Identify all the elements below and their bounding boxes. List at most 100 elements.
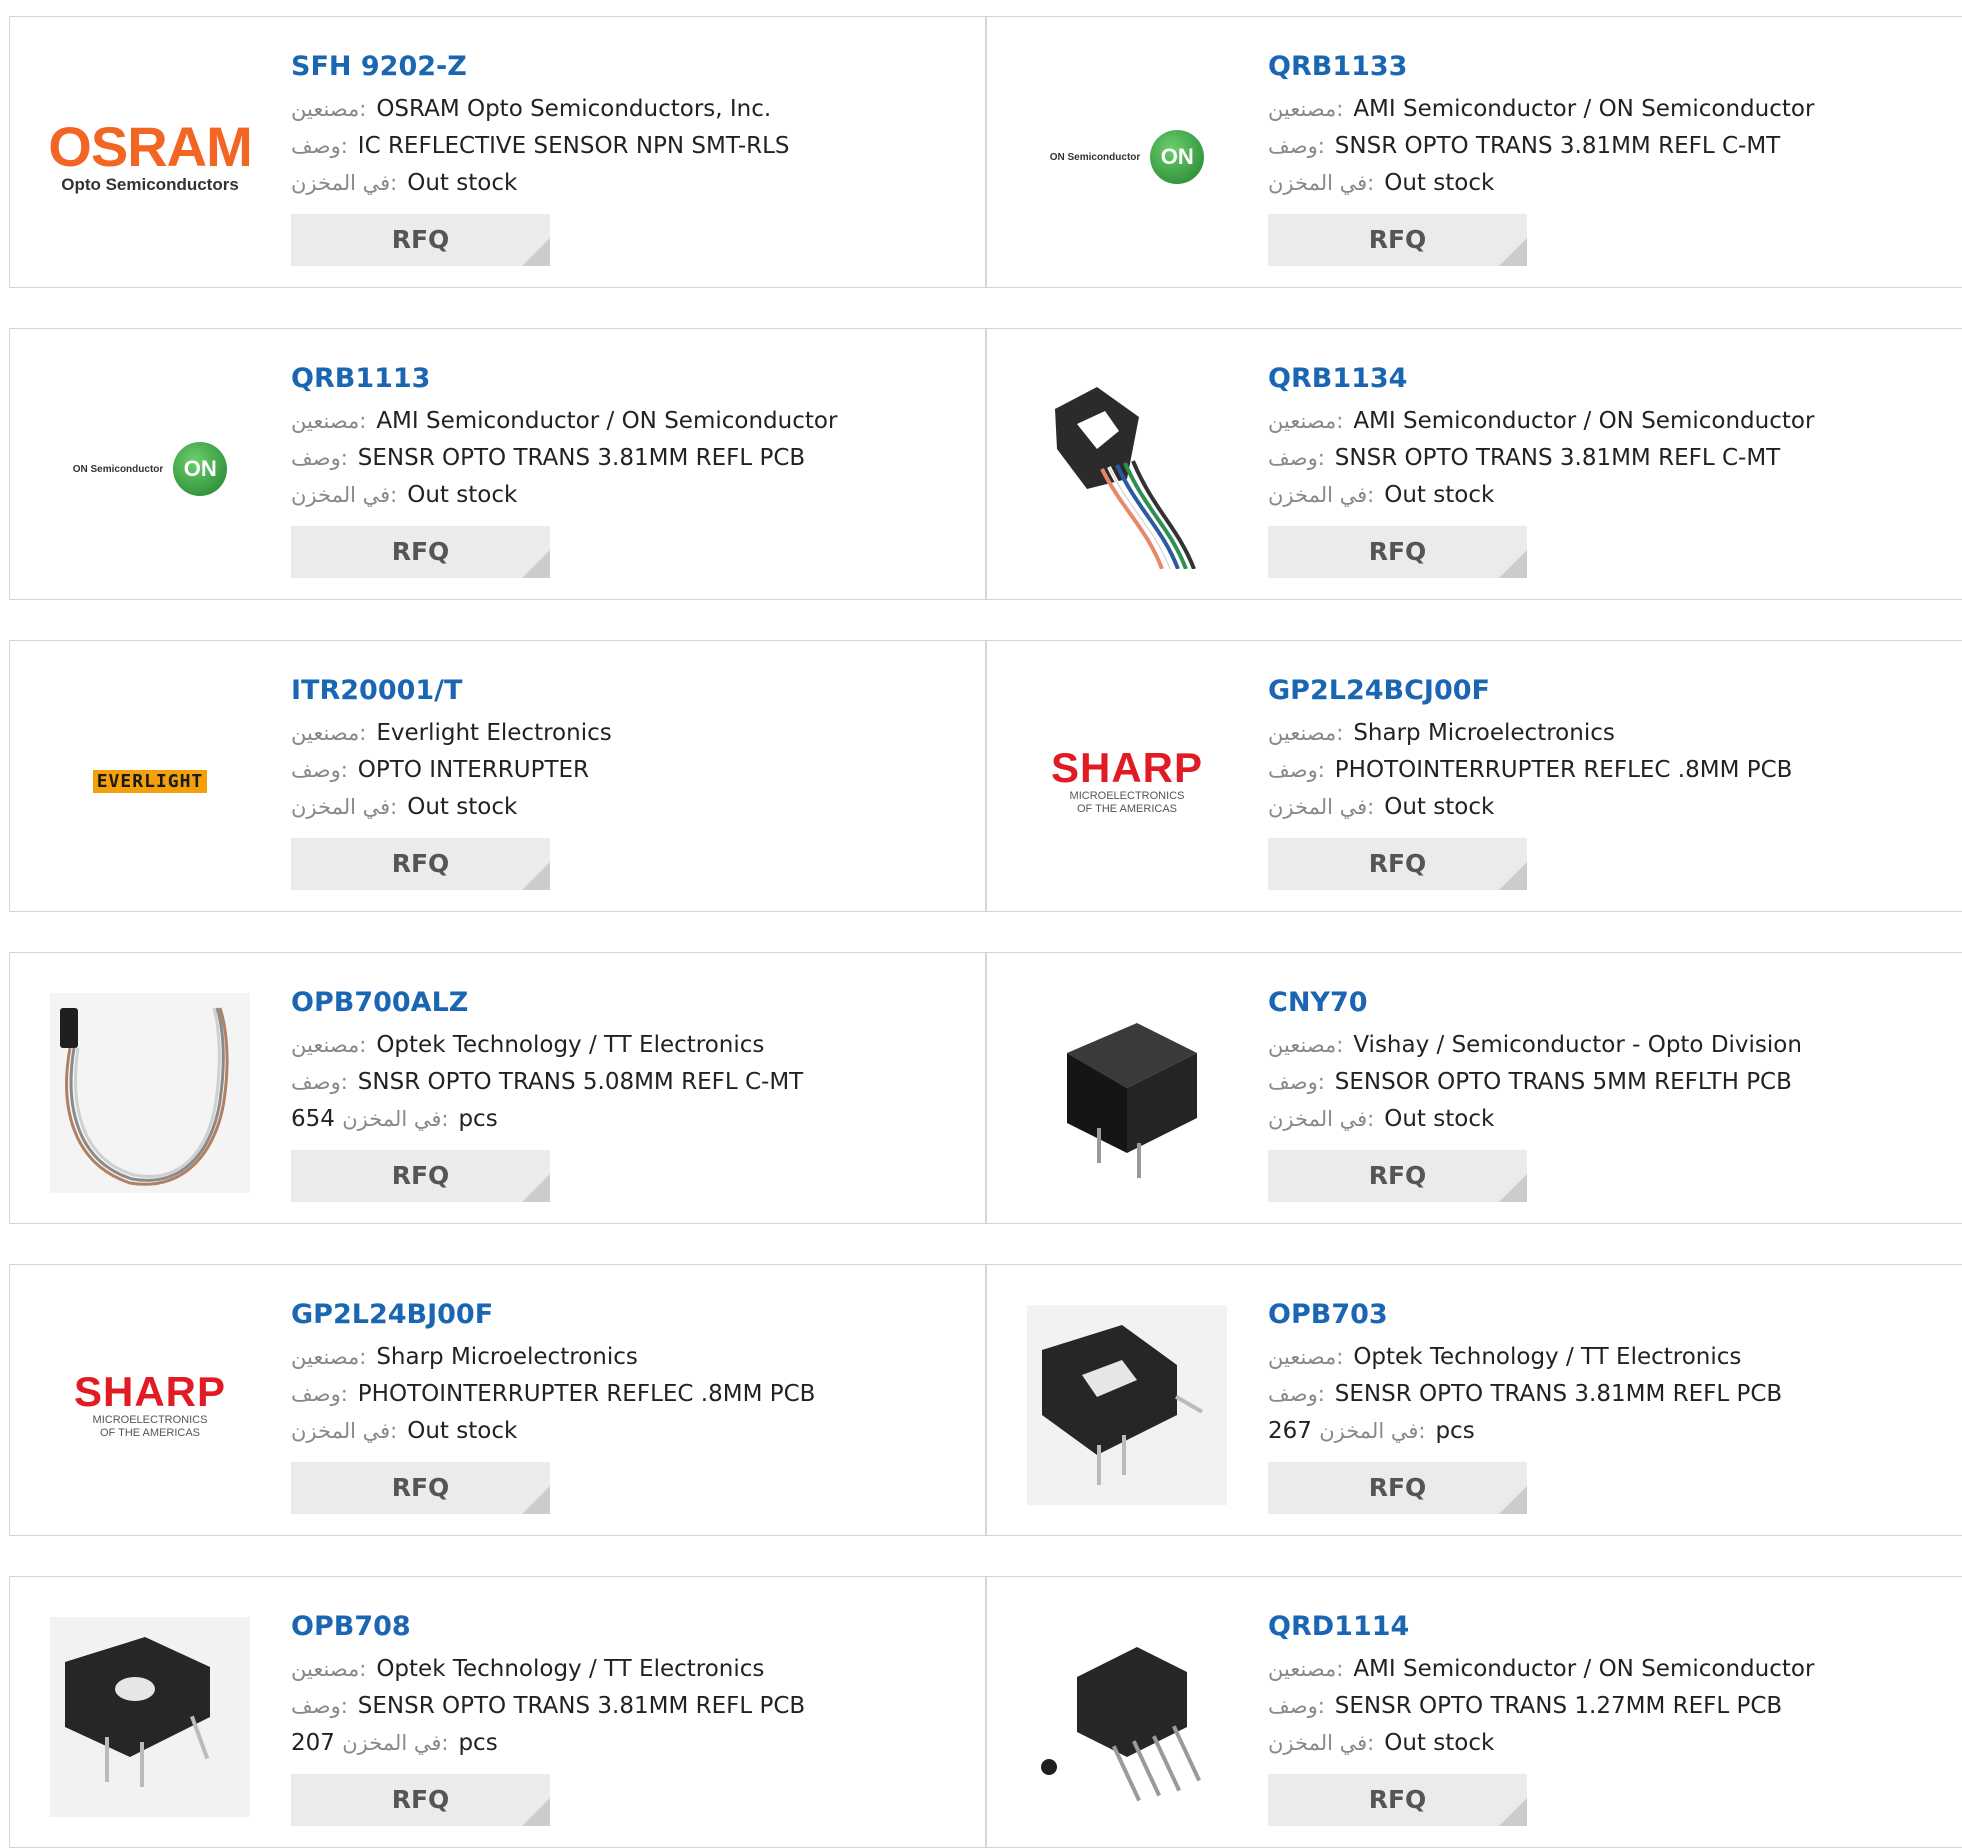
manufacturer-row: مصنعين: AMI Semiconductor / ON Semiconduc… [1268,1656,1815,1682]
corner-triangle-icon [522,862,550,890]
corner-triangle-icon [1499,550,1527,578]
stock-row: في المخزن: Out stock [1268,1106,1495,1132]
product-image[interactable] [50,1617,250,1817]
description-row: وصف: PHOTOINTERRUPTER REFLEC .8MM PCB [291,1381,816,1407]
part-number-link[interactable]: GP2L24BJ00F [291,1295,815,1335]
stock-row: في المخزن: Out stock [291,170,518,196]
slotted-sensor-photo [50,1617,250,1817]
product-card: SHARP MICROELECTRONICS OF THE AMERICAS G… [986,640,1962,912]
rfq-button[interactable]: RFQ [291,1462,550,1514]
manufacturer-row: مصنعين: Sharp Microelectronics [291,1344,638,1370]
product-image[interactable]: ON Semiconductor ON [50,369,250,569]
part-number-link[interactable]: GP2L24BCJ00F [1268,671,1792,711]
description-row: وصف: SNSR OPTO TRANS 3.81MM REFL C-MT [1268,133,1781,159]
part-number-link[interactable]: ITR20001/T [291,671,612,711]
product-card: ON Semiconductor ON QRB1113 مصنعين: AMI S… [9,328,986,600]
on-semiconductor-logo: ON Semiconductor ON [73,442,228,496]
description-row: وصف: SENSOR OPTO TRANS 5MM REFLTH PCB [1268,1069,1792,1095]
sharp-logo: SHARP MICROELECTRONICS OF THE AMERICAS [73,1368,227,1440]
part-number-link[interactable]: OPB703 [1268,1295,1782,1335]
description-row: وصف: SNSR OPTO TRANS 3.81MM REFL C-MT [1268,445,1781,471]
corner-triangle-icon [522,1486,550,1514]
description-row: وصف: IC REFLECTIVE SENSOR NPN SMT-RLS [291,133,790,159]
manufacturer-row: مصنعين: Vishay / Semiconductor - Opto Div… [1268,1032,1802,1058]
manufacturer-row: مصنعين: AMI Semiconductor / ON Semiconduc… [1268,408,1815,434]
product-image[interactable] [1027,993,1227,1193]
cube-sensor-photo [1027,993,1227,1193]
stock-row: 267 في المخزن: pcs [1268,1418,1475,1444]
part-number-link[interactable]: QRB1113 [291,359,837,399]
stock-row: في المخزن: Out stock [291,1418,518,1444]
product-card: OPB703 مصنعين: Optek Technology / TT Elec… [986,1264,1962,1536]
everlight-logo: EVERLIGHT [92,769,208,793]
four-pin-sensor-photo [1027,1617,1227,1817]
rfq-button[interactable]: RFQ [291,1150,550,1202]
product-image[interactable]: OSRAM Opto Semiconductors [48,57,252,257]
sharp-logo: SHARP MICROELECTRONICS OF THE AMERICAS [1050,744,1204,816]
corner-triangle-icon [522,238,550,266]
rfq-button[interactable]: RFQ [291,1774,550,1826]
manufacturer-row: مصنعين: AMI Semiconductor / ON Semiconduc… [1268,96,1815,122]
corner-triangle-icon [1499,1486,1527,1514]
product-image[interactable]: EVERLIGHT [50,681,250,881]
stock-row: في المخزن: Out stock [291,794,518,820]
product-image[interactable]: SHARP MICROELECTRONICS OF THE AMERICAS [1027,681,1227,881]
rfq-button[interactable]: RFQ [1268,1150,1527,1202]
description-row: وصف: PHOTOINTERRUPTER REFLEC .8MM PCB [1268,757,1793,783]
product-image[interactable] [50,993,250,1193]
corner-triangle-icon [1499,862,1527,890]
rfq-button[interactable]: RFQ [1268,1462,1527,1514]
stock-row: في المخزن: Out stock [291,482,518,508]
product-card: OSRAM Opto Semiconductors SFH 9202-Z مصن… [9,16,986,288]
part-number-link[interactable]: SFH 9202-Z [291,47,790,87]
stock-row: 654 في المخزن: pcs [291,1106,498,1132]
rfq-button[interactable]: RFQ [1268,838,1527,890]
product-card: OPB700ALZ مصنعين: Optek Technology / TT E… [9,952,986,1224]
on-logo-icon: ON [1150,130,1205,184]
product-image[interactable]: SHARP MICROELECTRONICS OF THE AMERICAS [50,1305,250,1505]
stock-row: 207 في المخزن: pcs [291,1730,498,1756]
on-semiconductor-logo: ON Semiconductor ON [1050,130,1205,184]
corner-triangle-icon [522,550,550,578]
description-row: وصف: OPTO INTERRUPTER [291,757,590,783]
product-card: SHARP MICROELECTRONICS OF THE AMERICAS G… [9,1264,986,1536]
description-row: وصف: SENSR OPTO TRANS 3.81MM REFL PCB [291,1693,806,1719]
description-row: وصف: SENSR OPTO TRANS 1.27MM REFL PCB [1268,1693,1783,1719]
product-card: QRD1114 مصنعين: AMI Semiconductor / ON Se… [986,1576,1962,1848]
stock-row: في المخزن: Out stock [1268,482,1495,508]
part-number-link[interactable]: OPB700ALZ [291,983,803,1023]
osram-logo: OSRAM Opto Semiconductors [48,115,252,195]
part-number-link[interactable]: QRD1114 [1268,1607,1814,1647]
rfq-button[interactable]: RFQ [291,214,550,266]
rfq-button[interactable]: RFQ [1268,214,1527,266]
part-number-link[interactable]: OPB708 [291,1607,805,1647]
product-card: OPB708 مصنعين: Optek Technology / TT Elec… [9,1576,986,1848]
description-row: وصف: SENSR OPTO TRANS 3.81MM REFL PCB [291,445,806,471]
product-card: EVERLIGHT ITR20001/T مصنعين: Everlight El… [9,640,986,912]
manufacturer-row: مصنعين: OSRAM Opto Semiconductors, Inc. [291,96,772,122]
manufacturer-row: مصنعين: Sharp Microelectronics [1268,720,1615,746]
sensor-cable-photo [50,993,250,1193]
product-grid: OSRAM Opto Semiconductors SFH 9202-Z مصن… [0,0,1962,1848]
manufacturer-row: مصنعين: Optek Technology / TT Electronics [291,1032,765,1058]
product-image[interactable]: ON Semiconductor ON [1027,57,1227,257]
description-row: وصف: SNSR OPTO TRANS 5.08MM REFL C-MT [291,1069,804,1095]
product-image[interactable] [1027,1617,1227,1817]
rfq-button[interactable]: RFQ [291,838,550,890]
product-image[interactable] [1027,1305,1227,1505]
corner-triangle-icon [522,1174,550,1202]
on-logo-icon: ON [173,442,228,496]
rfq-button[interactable]: RFQ [291,526,550,578]
corner-triangle-icon [1499,1798,1527,1826]
part-number-link[interactable]: CNY70 [1268,983,1802,1023]
corner-triangle-icon [1499,1174,1527,1202]
manufacturer-row: مصنعين: Everlight Electronics [291,720,612,746]
part-number-link[interactable]: QRB1134 [1268,359,1814,399]
manufacturer-row: مصنعين: Optek Technology / TT Electronics [1268,1344,1742,1370]
rfq-button[interactable]: RFQ [1268,526,1527,578]
part-number-link[interactable]: QRB1133 [1268,47,1814,87]
description-row: وصف: SENSR OPTO TRANS 3.81MM REFL PCB [1268,1381,1783,1407]
product-image[interactable] [1027,369,1227,569]
manufacturer-row: مصنعين: AMI Semiconductor / ON Semiconduc… [291,408,838,434]
rfq-button[interactable]: RFQ [1268,1774,1527,1826]
